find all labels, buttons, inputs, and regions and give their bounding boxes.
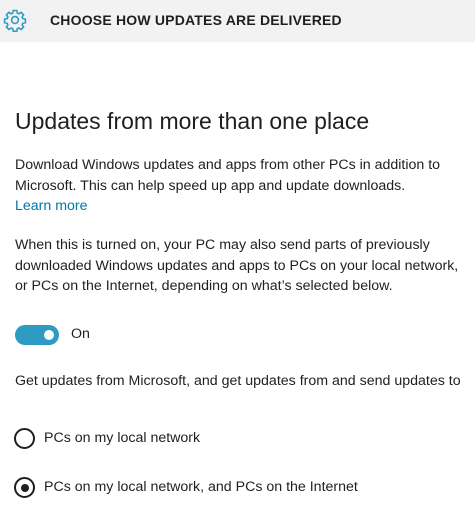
learn-more-link[interactable]: Learn more — [15, 196, 88, 216]
gear-icon — [3, 8, 27, 33]
radio-button-unselected[interactable] — [14, 428, 35, 449]
radio-selected-dot — [20, 483, 29, 492]
page-title: CHOOSE HOW UPDATES ARE DELIVERED — [50, 12, 342, 28]
toggle-state-label: On — [71, 326, 90, 342]
radio-button-selected[interactable] — [14, 477, 35, 498]
toggle-knob — [44, 330, 54, 340]
delivery-optimization-toggle[interactable] — [15, 325, 59, 345]
section-heading: Updates from more than one place — [15, 108, 370, 134]
explanation-text: When this is turned on, your PC may also… — [15, 237, 459, 294]
options-prompt: Get updates from Microsoft, and get upda… — [15, 373, 461, 389]
page-header: CHOOSE HOW UPDATES ARE DELIVERED — [0, 0, 475, 42]
radio-label: PCs on my local network — [44, 430, 201, 446]
radio-label: PCs on my local network, and PCs on the … — [44, 479, 358, 495]
intro-text: Download Windows updates and apps from o… — [15, 157, 441, 194]
